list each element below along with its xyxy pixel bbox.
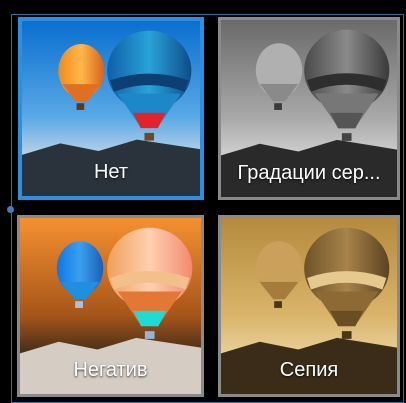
selection-handle <box>7 206 14 213</box>
effect-tile-negative[interactable]: Негатив <box>17 215 204 397</box>
effect-label: Градации сер... <box>237 162 381 184</box>
effect-tile-grayscale[interactable]: Градации сер... <box>218 17 400 200</box>
effect-tile-none[interactable]: Нет <box>18 17 204 200</box>
effect-label: Сепия <box>279 359 339 381</box>
effect-label: Нет <box>93 161 129 183</box>
effect-tile-sepia[interactable]: Сепия <box>218 215 400 397</box>
effect-label: Негатив <box>73 359 148 381</box>
